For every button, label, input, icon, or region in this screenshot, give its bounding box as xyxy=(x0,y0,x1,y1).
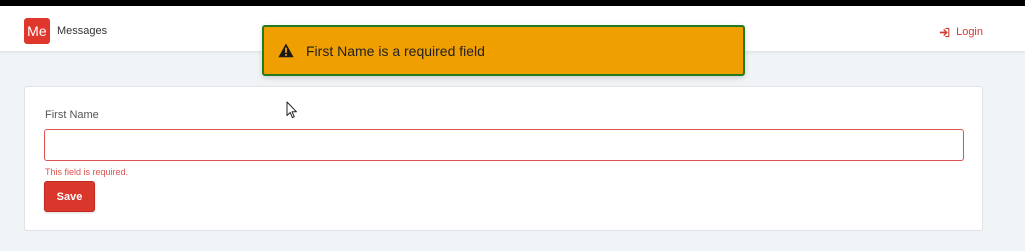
warning-icon xyxy=(278,43,294,59)
mouse-cursor-icon xyxy=(286,101,297,119)
toast-notification: First Name is a required field xyxy=(262,25,745,76)
first-name-error: This field is required. xyxy=(45,167,129,177)
save-button[interactable]: Save xyxy=(44,181,95,212)
login-link[interactable]: Login xyxy=(939,26,983,38)
brand-logo: Me xyxy=(24,18,50,44)
first-name-input[interactable] xyxy=(44,129,964,161)
brand-link[interactable]: Me Messages xyxy=(24,18,107,44)
sign-in-icon xyxy=(939,27,950,37)
brand-name: Messages xyxy=(57,25,108,37)
first-name-label: First Name xyxy=(45,109,99,121)
toast-message: First Name is a required field xyxy=(306,42,485,59)
form-card: First Name This field is required. Save xyxy=(24,86,983,231)
login-label: Login xyxy=(956,26,983,38)
